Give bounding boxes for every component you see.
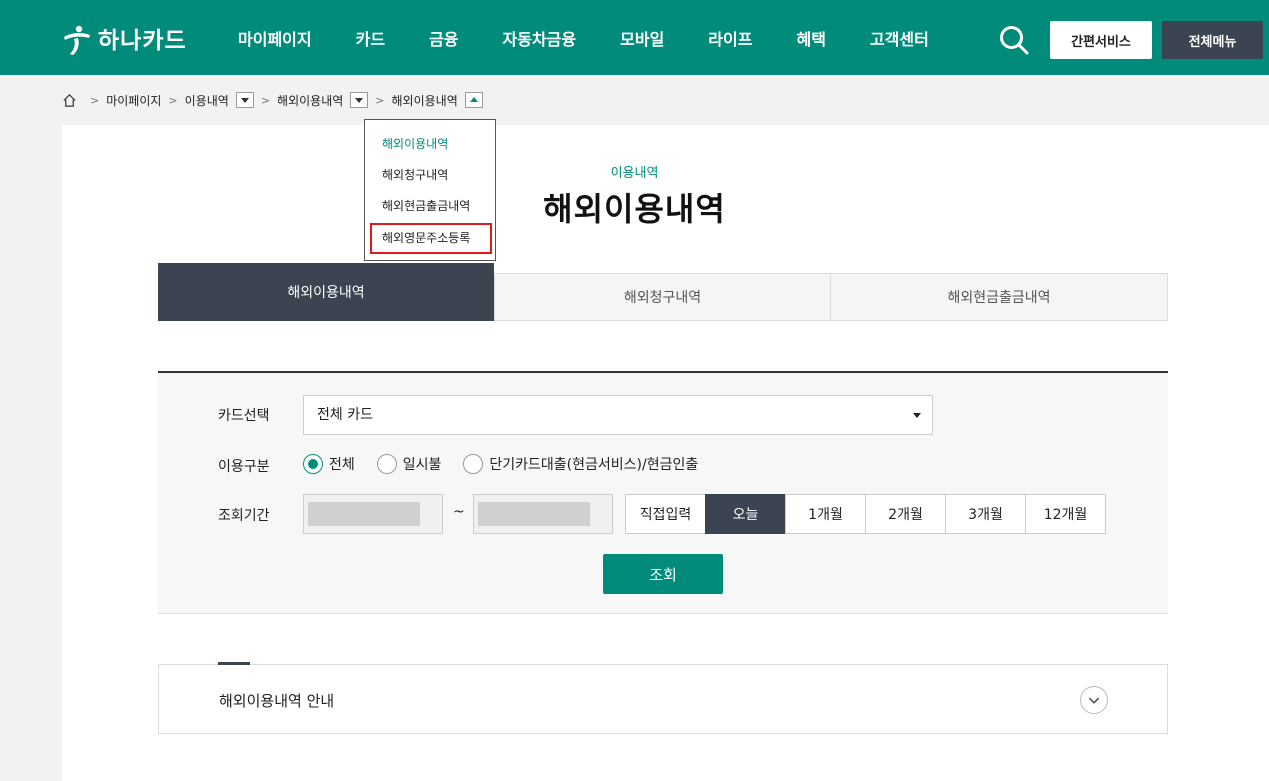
breadcrumb-current-toggle[interactable] — [464, 92, 483, 108]
page-subtitle: 이용내역 — [610, 166, 659, 181]
hanacard-logo[interactable]: 하나카드 — [62, 18, 187, 58]
easy-service-button[interactable]: 간편서비스 — [1050, 21, 1152, 59]
info-accordion[interactable]: 해외이용내역 안내 — [158, 664, 1168, 734]
search-icon[interactable] — [998, 24, 1030, 56]
period-2month-button[interactable]: 2개월 — [865, 494, 946, 534]
logo-text: 하나카드 — [98, 28, 187, 54]
tab-bar: 해외이용내역 해외청구내역 해외현금출금내역 — [158, 263, 1168, 321]
period-12month-button[interactable]: 12개월 — [1025, 494, 1106, 534]
date-separator: ~ — [453, 504, 465, 520]
breadcrumb-separator: > — [90, 93, 100, 107]
radio-cash-service-label: 단기카드대출(현금서비스)/현금인출 — [489, 457, 699, 473]
breadcrumb-separator: > — [375, 93, 385, 107]
info-accordion-title: 해외이용내역 안내 — [219, 692, 335, 710]
start-date-value — [308, 502, 420, 526]
nav-item-card[interactable]: 카드 — [334, 0, 407, 75]
nav-item-mobile[interactable]: 모바일 — [598, 0, 686, 75]
dropdown-item-english-address[interactable]: 해외영문주소등록 — [370, 223, 492, 254]
dropdown-item-overseas-billing[interactable]: 해외청구내역 — [365, 161, 495, 192]
search-submit-button[interactable]: 조회 — [603, 554, 723, 594]
tab-overseas-cash[interactable]: 해외현금출금내역 — [831, 273, 1168, 321]
radio-lump-sum[interactable]: 일시불 — [376, 454, 442, 474]
end-date-value — [478, 502, 590, 526]
radio-lump-sum-dot[interactable] — [376, 454, 397, 474]
usage-type-label: 이용구분 — [218, 459, 270, 475]
radio-all-label: 전체 — [329, 457, 355, 473]
breadcrumb-current[interactable]: 해외이용내역 — [392, 92, 458, 109]
period-1month-button[interactable]: 1개월 — [785, 494, 866, 534]
period-button-group: 직접입력 오늘 1개월 2개월 3개월 12개월 — [625, 494, 1106, 534]
end-date-input[interactable] — [473, 494, 613, 534]
usage-type-radio-group: 전체 일시불 단기카드대출(현금서비스)/현금인출 — [303, 454, 720, 474]
radio-cash-service-dot[interactable] — [463, 454, 484, 474]
hana-logo-icon — [64, 25, 90, 55]
page-title: 해외이용내역 — [543, 190, 726, 228]
breadcrumb-dropdown: 해외이용내역 해외청구내역 해외현금출금내역 해외영문주소등록 — [364, 119, 496, 261]
tab-overseas-usage[interactable]: 해외이용내역 — [158, 263, 494, 321]
breadcrumb-mypage[interactable]: 마이페이지 — [106, 92, 161, 109]
nav-item-life[interactable]: 라이프 — [686, 0, 774, 75]
dropdown-item-overseas-cash[interactable]: 해외현금출금내역 — [365, 192, 495, 223]
all-menu-button[interactable]: 전체메뉴 — [1162, 21, 1263, 59]
nav-item-finance[interactable]: 금융 — [407, 0, 480, 75]
breadcrumb-separator: > — [168, 93, 178, 107]
period-label: 조회기간 — [218, 508, 270, 524]
breadcrumb-overseas-toggle[interactable] — [350, 92, 369, 108]
period-custom-button[interactable]: 직접입력 — [625, 494, 706, 534]
search-filter: 카드선택 전체 카드 이용구분 전체 일시불 단기카드대출(현금서비스)/현금인… — [158, 371, 1168, 614]
breadcrumb-overseas-usage[interactable]: 해외이용내역 — [277, 92, 343, 109]
period-3month-button[interactable]: 3개월 — [945, 494, 1026, 534]
nav-item-customer-center[interactable]: 고객센터 — [848, 0, 951, 75]
tab-overseas-billing[interactable]: 해외청구내역 — [494, 273, 831, 321]
dropdown-item-overseas-usage[interactable]: 해외이용내역 — [365, 130, 495, 161]
breadcrumb-usage[interactable]: 이용내역 — [185, 92, 229, 109]
nav-item-benefit[interactable]: 혜택 — [774, 0, 847, 75]
breadcrumb: > 마이페이지 > 이용내역 > 해외이용내역 > 해외이용내역 — [62, 90, 483, 110]
radio-all-dot[interactable] — [303, 454, 323, 474]
breadcrumb-usage-toggle[interactable] — [235, 92, 254, 108]
nav-item-mypage[interactable]: 마이페이지 — [216, 0, 334, 75]
card-select-label: 카드선택 — [218, 408, 270, 424]
card-select[interactable]: 전체 카드 — [303, 395, 933, 435]
radio-lump-sum-label: 일시불 — [402, 457, 442, 473]
info-accent-bar — [218, 662, 250, 665]
radio-all[interactable]: 전체 — [303, 454, 355, 474]
home-icon[interactable] — [62, 93, 77, 108]
main-nav: 마이페이지 카드 금융 자동차금융 모바일 라이프 혜택 고객센터 — [216, 0, 951, 75]
breadcrumb-separator: > — [260, 93, 271, 107]
global-header: 하나카드 마이페이지 카드 금융 자동차금융 모바일 라이프 혜택 고객센터 간… — [0, 0, 1269, 75]
start-date-input[interactable] — [303, 494, 443, 534]
nav-item-auto-finance[interactable]: 자동차금융 — [481, 0, 599, 75]
radio-cash-service[interactable]: 단기카드대출(현금서비스)/현금인출 — [463, 454, 698, 474]
chevron-down-icon[interactable] — [1080, 686, 1108, 714]
period-today-button[interactable]: 오늘 — [705, 494, 786, 534]
